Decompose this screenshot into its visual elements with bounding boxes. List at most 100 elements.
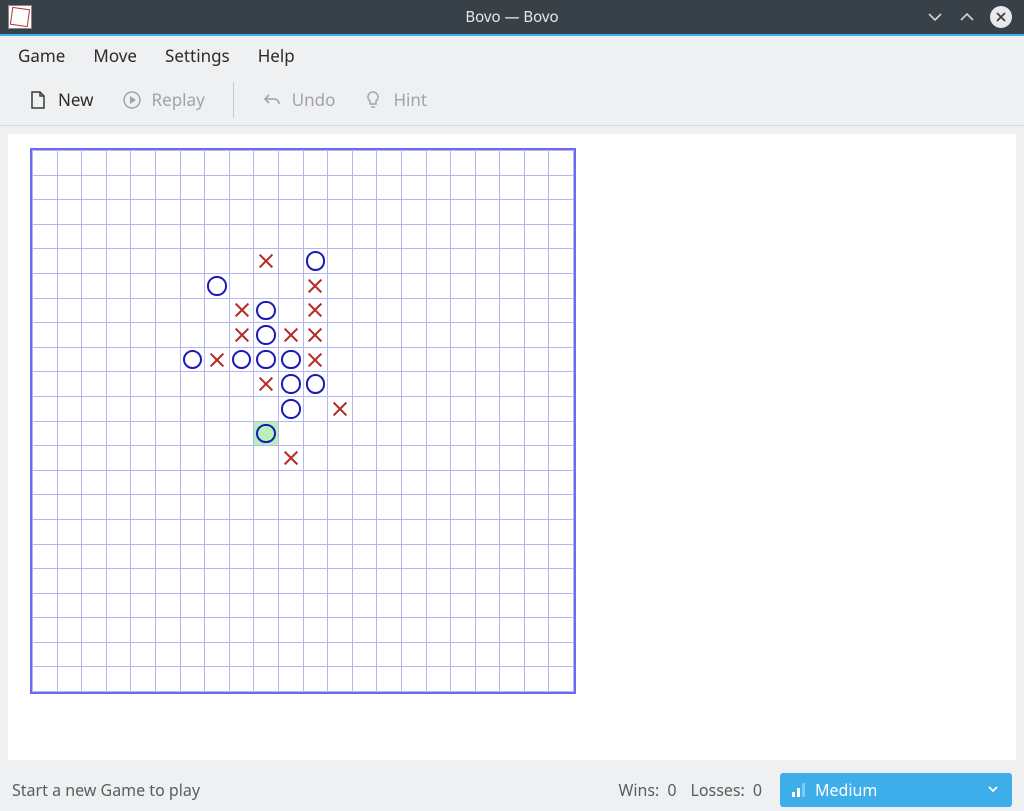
board-cell[interactable] <box>33 446 58 471</box>
board-cell[interactable] <box>377 519 402 544</box>
board-cell[interactable] <box>377 421 402 446</box>
board-cell[interactable] <box>451 593 476 618</box>
board-cell[interactable] <box>524 446 549 471</box>
board-cell[interactable] <box>549 200 574 225</box>
board-cell[interactable] <box>278 200 303 225</box>
board-cell[interactable] <box>106 421 131 446</box>
board-cell[interactable] <box>303 519 328 544</box>
board-cell[interactable] <box>475 151 500 176</box>
board-cell[interactable] <box>254 273 279 298</box>
board-cell[interactable] <box>549 175 574 200</box>
board-cell[interactable] <box>155 323 180 348</box>
board-cell[interactable] <box>328 396 353 421</box>
board-cell[interactable] <box>33 519 58 544</box>
board-cell[interactable] <box>451 667 476 692</box>
board-cell[interactable] <box>377 249 402 274</box>
board-cell[interactable] <box>352 347 377 372</box>
board-cell[interactable] <box>131 323 156 348</box>
board-cell[interactable] <box>524 569 549 594</box>
board-cell[interactable] <box>57 249 82 274</box>
board-cell[interactable] <box>426 495 451 520</box>
board-cell[interactable] <box>377 667 402 692</box>
board-cell[interactable] <box>328 421 353 446</box>
board-cell[interactable] <box>33 569 58 594</box>
board-cell[interactable] <box>57 347 82 372</box>
board-cell[interactable] <box>377 323 402 348</box>
board-cell[interactable] <box>155 175 180 200</box>
board-cell[interactable] <box>82 396 107 421</box>
board-cell[interactable] <box>180 446 205 471</box>
board-cell[interactable] <box>328 446 353 471</box>
board-cell[interactable] <box>352 421 377 446</box>
board-cell[interactable] <box>500 372 525 397</box>
board-cell[interactable] <box>475 372 500 397</box>
board-cell[interactable] <box>475 273 500 298</box>
board-cell[interactable] <box>254 544 279 569</box>
board-cell[interactable] <box>426 396 451 421</box>
board-cell[interactable] <box>229 323 254 348</box>
board-cell[interactable] <box>180 372 205 397</box>
board-cell[interactable] <box>205 642 230 667</box>
board-cell[interactable] <box>229 396 254 421</box>
board-cell[interactable] <box>426 347 451 372</box>
board-cell[interactable] <box>254 347 279 372</box>
board-cell[interactable] <box>180 347 205 372</box>
board-cell[interactable] <box>131 151 156 176</box>
board-cell[interactable] <box>278 618 303 643</box>
board-cell[interactable] <box>131 618 156 643</box>
board-cell[interactable] <box>303 667 328 692</box>
board-cell[interactable] <box>500 175 525 200</box>
board-cell[interactable] <box>131 495 156 520</box>
board-cell[interactable] <box>106 470 131 495</box>
board-cell[interactable] <box>451 618 476 643</box>
board-cell[interactable] <box>254 569 279 594</box>
board-cell[interactable] <box>205 421 230 446</box>
board-cell[interactable] <box>549 446 574 471</box>
board-cell[interactable] <box>278 396 303 421</box>
board-cell[interactable] <box>451 323 476 348</box>
board-cell[interactable] <box>82 495 107 520</box>
board-cell[interactable] <box>475 421 500 446</box>
board-cell[interactable] <box>278 273 303 298</box>
board-cell[interactable] <box>229 667 254 692</box>
board-cell[interactable] <box>254 618 279 643</box>
board-cell[interactable] <box>500 347 525 372</box>
board-cell[interactable] <box>82 519 107 544</box>
board-cell[interactable] <box>524 396 549 421</box>
board-cell[interactable] <box>426 224 451 249</box>
board-cell[interactable] <box>401 323 426 348</box>
board-cell[interactable] <box>155 396 180 421</box>
board-cell[interactable] <box>278 544 303 569</box>
board-cell[interactable] <box>352 495 377 520</box>
board-cell[interactable] <box>524 298 549 323</box>
board-cell[interactable] <box>475 224 500 249</box>
board-cell[interactable] <box>377 544 402 569</box>
board-cell[interactable] <box>451 446 476 471</box>
board-cell[interactable] <box>155 151 180 176</box>
board-cell[interactable] <box>82 323 107 348</box>
board-cell[interactable] <box>451 372 476 397</box>
board-cell[interactable] <box>57 667 82 692</box>
board-cell[interactable] <box>106 593 131 618</box>
board-cell[interactable] <box>303 421 328 446</box>
board-cell[interactable] <box>180 396 205 421</box>
board-cell[interactable] <box>451 470 476 495</box>
board-cell[interactable] <box>426 642 451 667</box>
board-cell[interactable] <box>57 421 82 446</box>
board-cell[interactable] <box>229 421 254 446</box>
board-cell[interactable] <box>254 642 279 667</box>
board-cell[interactable] <box>254 446 279 471</box>
board-cell[interactable] <box>106 372 131 397</box>
board-cell[interactable] <box>33 249 58 274</box>
board-cell[interactable] <box>278 667 303 692</box>
board-cell[interactable] <box>131 249 156 274</box>
board-cell[interactable] <box>500 519 525 544</box>
board-cell[interactable] <box>180 470 205 495</box>
board-cell[interactable] <box>180 544 205 569</box>
board-cell[interactable] <box>328 323 353 348</box>
board-cell[interactable] <box>549 323 574 348</box>
board-cell[interactable] <box>524 667 549 692</box>
board-cell[interactable] <box>401 569 426 594</box>
board-cell[interactable] <box>426 175 451 200</box>
board-cell[interactable] <box>278 323 303 348</box>
